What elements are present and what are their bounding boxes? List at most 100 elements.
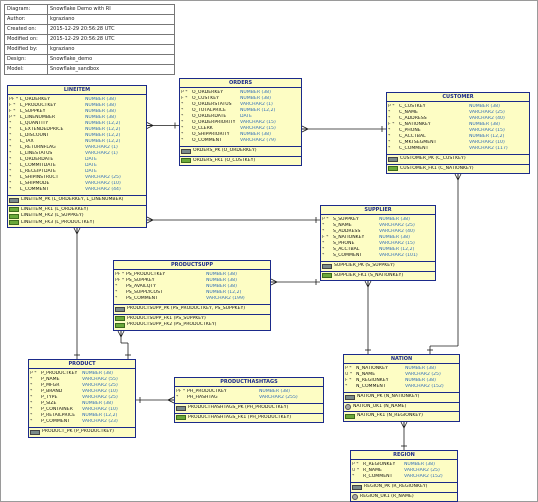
entity-title: ORDERS: [180, 79, 301, 88]
column-flag: *: [322, 253, 325, 258]
entity-title: NATION: [344, 355, 459, 364]
foreign-key-icon: [181, 158, 191, 164]
column-row: * R_COMMENT VARCHAR2 (152): [352, 474, 456, 480]
column-list: P * P_PRODUCTKEY NUMBER (38) * P_NAME VARCHAR…: [29, 369, 135, 428]
column-type: VARCHAR2 (255): [259, 395, 298, 400]
column-list: P * C_CUSTKEY NUMBER (38) * C_NAME VARCHAR2 (…: [387, 102, 529, 155]
primary-key-label: LINEITEM_PK (L_ORDERKEY, L_LINENUMBER): [21, 197, 124, 203]
column-flag: *: [176, 395, 179, 400]
primary-key-icon: [30, 429, 40, 435]
foreign-key-row: CUSTOMER_FK1 (C_NATIONKEY): [388, 166, 528, 173]
unique-key-label: REGION_UK1 (R_NAME): [360, 493, 414, 499]
crowfoot-mark: [146, 122, 154, 126]
foreign-key-label: PRODUCTHASHTAGS_FK1 (PH_PRODUCTKEY): [188, 414, 292, 420]
crowfoot-mark: [146, 125, 154, 129]
foreign-key-icon: [388, 166, 398, 172]
crowfoot-mark: [76, 227, 81, 235]
entity-title: LINEITEM: [8, 86, 146, 95]
column-row: * PH_HASHTAG VARCHAR2 (255): [176, 395, 322, 401]
column-flag: *: [9, 187, 12, 192]
entity-supplier[interactable]: SUPPLIER P * S_SUPPKEY NUMBER (38) * S_NAME VA…: [320, 205, 436, 281]
unique-key-section: REGION_UK1 (R_NAME): [351, 493, 457, 502]
entity-productsupp[interactable]: PRODUCTSUPP PF * PS_PRODUCTKEY NUMBER (38) P…: [113, 260, 271, 331]
column-list: P * S_SUPPKEY NUMBER (38) * S_NAME VARCHAR2 (…: [321, 215, 435, 262]
foreign-key-row: LINEITEM_FK3 (L_PRODUCTKEY): [9, 220, 145, 227]
column-name: S_COMMENT: [333, 253, 363, 258]
foreign-key-label: LINEITEM_FK1 (L_ORDERKEY): [21, 206, 89, 212]
foreign-key-label: LINEITEM_FK3 (L_PRODUCTKEY): [21, 219, 95, 225]
crowfoot-mark: [454, 173, 459, 181]
primary-key-section: REGION_PK (R_REGIONKEY): [351, 483, 457, 493]
foreign-key-row: NATION_FK1 (N_REGIONKEY): [345, 413, 458, 420]
primary-key-icon: [352, 484, 362, 490]
column-type: VARCHAR2 (23): [82, 419, 118, 424]
primary-key-label: CUSTOMER_PK (C_CUSTKEY): [400, 156, 466, 162]
column-list: P * N_NATIONKEY NUMBER (38) U * N_NAME VARCHA…: [344, 364, 459, 393]
foreign-key-row: SUPPLIER_FK1 (S_NATIONKEY): [322, 273, 434, 280]
primary-key-section: SUPPLIER_PK (S_SUPPKEY): [321, 262, 435, 272]
entity-customer[interactable]: CUSTOMER P * C_CUSTKEY NUMBER (38) * C_NAME VA…: [386, 92, 530, 174]
primary-key-section: NATION_PK (N_NATIONKEY): [344, 393, 459, 403]
foreign-key-icon: [322, 273, 332, 279]
column-row: * P_COMMENT VARCHAR2 (23): [30, 419, 134, 425]
foreign-key-label: CUSTOMER_FK1 (C_NATIONKEY): [400, 165, 474, 171]
column-name: O_COMMENT: [192, 138, 222, 143]
column-list: P * R_REGIONKEY NUMBER (38) U * R_NAME VARCHA…: [351, 460, 457, 483]
column-name: L_COMMENT: [20, 187, 49, 192]
crowfoot-mark: [146, 216, 154, 221]
foreign-key-section: PRODUCTSUPP_FK1 (PS_SUPPKEY) PRODUCTSUPP_…: [114, 315, 270, 330]
primary-key-row: REGION_PK (R_REGIONKEY): [352, 484, 456, 491]
entity-producthashtags[interactable]: PRODUCTHASHTAGS PF * PH_PRODUCTKEY NUMBER (…: [174, 377, 324, 423]
crowfoot-mark: [457, 173, 462, 181]
entity-title: CUSTOMER: [387, 93, 529, 102]
primary-key-label: PRODUCTSUPP_PK (PS_PRODUCTKEY, PS_SUPPKE…: [127, 306, 246, 312]
crowfoot-mark: [403, 421, 408, 429]
primary-key-row: PRODUCT_PK (P_PRODUCTKEY): [30, 429, 134, 436]
crowfoot-mark: [400, 421, 405, 429]
crowfoot-mark: [364, 280, 369, 288]
entity-orders[interactable]: ORDERS P * O_ORDERKEY NUMBER (38) F * O_CUSTK…: [179, 78, 302, 166]
primary-key-section: PRODUCTSUPP_PK (PS_PRODUCTKEY, PS_SUPPKE…: [114, 305, 270, 315]
foreign-key-label: LINEITEM_FK2 (L_SUPPKEY): [21, 213, 84, 219]
column-type: VARCHAR2 (152): [405, 384, 444, 389]
primary-key-label: REGION_PK (R_REGIONKEY): [364, 484, 428, 490]
primary-key-row: PRODUCTHASHTAGS_PK (PH_PRODUCTKEY): [176, 405, 322, 412]
primary-key-icon: [388, 156, 398, 162]
foreign-key-label: ORDERS_FK1 (O_CUSTKEY): [193, 157, 256, 163]
column-flag: *: [181, 138, 184, 143]
primary-key-section: PRODUCT_PK (P_PRODUCTKEY): [29, 428, 135, 437]
primary-key-row: CUSTOMER_PK (C_CUSTKEY): [388, 156, 528, 163]
crowfoot-mark: [301, 128, 309, 133]
column-type: VARCHAR2 (117): [469, 146, 508, 151]
crowfoot-mark: [301, 125, 309, 130]
column-list: PF * PH_PRODUCTKEY NUMBER (38) * PH_HASHTAG V…: [175, 387, 323, 404]
column-type: VARCHAR2 (152): [404, 474, 443, 479]
entity-title: SUPPLIER: [321, 206, 435, 215]
foreign-key-label: PRODUCTSUPP_FK1 (PS_SUPPKEY): [127, 315, 206, 321]
entity-nation[interactable]: NATION P * N_NATIONKEY NUMBER (38) U * N_NAME…: [343, 354, 460, 422]
primary-key-icon: [115, 306, 125, 312]
foreign-key-icon: [115, 322, 125, 328]
column-flag: *: [352, 474, 355, 479]
unique-key-icon: [345, 403, 351, 410]
primary-key-label: PRODUCT_PK (P_PRODUCTKEY): [42, 429, 114, 435]
entity-lineitem[interactable]: LINEITEM PF * L_ORDERKEY NUMBER (38) F * L_PR…: [7, 85, 147, 228]
unique-key-section: NATION_UK1 (N_NAME): [344, 403, 459, 412]
crowfoot-mark: [120, 330, 125, 338]
entity-region[interactable]: REGION P * R_REGIONKEY NUMBER (38) U * R_NAME…: [350, 450, 458, 502]
foreign-key-row: PRODUCTSUPP_FK2 (PS_PRODUCTKEY): [115, 322, 269, 329]
foreign-key-section: SUPPLIER_FK1 (S_NATIONKEY): [321, 272, 435, 281]
column-flag: *: [115, 296, 118, 301]
primary-key-row: NATION_PK (N_NATIONKEY): [345, 394, 458, 401]
column-name: N_COMMENT: [356, 384, 386, 389]
foreign-key-label: NATION_FK1 (N_REGIONKEY): [357, 413, 423, 419]
column-row: * PS_COMMENT VARCHAR2 (199): [115, 296, 269, 302]
column-flag: *: [345, 384, 348, 389]
entity-product[interactable]: PRODUCT P * P_PRODUCTKEY NUMBER (38) * P_NAME…: [28, 359, 136, 438]
primary-key-label: NATION_PK (N_NATIONKEY): [357, 394, 420, 400]
column-type: VARCHAR2 (101): [379, 253, 418, 258]
column-row: * N_COMMENT VARCHAR2 (152): [345, 384, 458, 390]
foreign-key-section: LINEITEM_FK1 (L_ORDERKEY) LINEITEM_FK2 (L…: [8, 206, 146, 228]
foreign-key-row: PRODUCTHASHTAGS_FK1 (PH_PRODUCTKEY): [176, 415, 322, 422]
column-row: * S_COMMENT VARCHAR2 (101): [322, 253, 434, 259]
